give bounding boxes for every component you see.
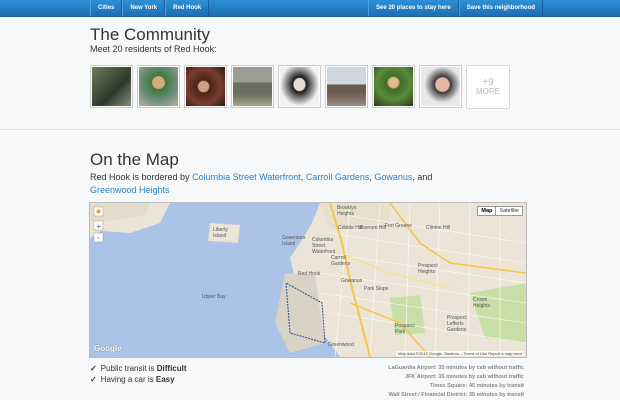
community-subtitle: Meet 20 residents of Red Hook: — [90, 44, 217, 54]
section-divider — [0, 129, 620, 130]
map-label: Upper Bay — [202, 294, 226, 300]
commute-item: Wall Street / Financial District: 35 min… — [388, 392, 525, 398]
map-label: Liberty Island — [213, 227, 229, 239]
map-data-text: Map data ©2012 Google, Sanborn – Terms o… — [398, 351, 488, 356]
resident-avatar[interactable] — [325, 65, 368, 108]
top-navigation-bar: Cities New York Red Hook See 20 places t… — [0, 0, 620, 17]
resident-avatar[interactable] — [90, 65, 133, 108]
save-neighborhood-button[interactable]: Save this neighborhood — [458, 0, 544, 16]
checkmark-icon: ✓ — [90, 375, 97, 384]
bordered-by-text: Red Hook is bordered by Columbia Street … — [90, 172, 433, 195]
checkmark-icon: ✓ — [90, 364, 97, 373]
commute-times: LaGuardia Airport: 35 minutes by cab wit… — [388, 364, 524, 400]
resident-avatar[interactable] — [372, 65, 415, 108]
map-label: Crown Heights — [473, 297, 490, 309]
map-label: Brooklyn Heights — [337, 205, 357, 217]
commute-item: Times Square: 45 minutes by transit — [429, 383, 524, 389]
map-label: Prospect Park — [395, 323, 415, 335]
map-label: Prospect Lefferts Gardens — [447, 315, 467, 333]
google-logo: Google — [94, 344, 122, 353]
map-label: Park Slope — [364, 286, 389, 292]
transit-value: Difficult — [156, 364, 187, 373]
resident-avatar[interactable] — [231, 65, 274, 108]
resident-avatar[interactable] — [184, 65, 227, 108]
link-columbia-street-waterfront[interactable]: Columbia Street Waterfront — [192, 172, 301, 182]
community-title: The Community — [90, 25, 210, 44]
transit-item: ✓ Having a car is Easy — [90, 374, 187, 385]
transit-prefix: Public transit is — [100, 364, 155, 373]
resident-avatars: +9 MORE — [90, 65, 510, 109]
link-gowanus[interactable]: Gowanus — [374, 172, 412, 182]
map-label: Gowanus — [341, 278, 363, 284]
neighborhood-map[interactable]: + - Map Satellite Brooklyn Heights Gover… — [89, 202, 527, 358]
transit-summary: ✓ Public transit is Difficult ✓ Having a c… — [90, 363, 187, 385]
map-label: Boerum Hill — [360, 225, 386, 231]
commute-item: LaGuardia Airport: 35 minutes by cab wit… — [388, 365, 524, 371]
more-label: MORE — [476, 87, 500, 96]
map-label: Governors Island — [282, 235, 306, 247]
map-label: Greenwood — [328, 342, 354, 348]
link-carroll-gardens[interactable]: Carroll Gardens — [306, 172, 370, 182]
commute-item: JFK Airport: 35 minutes by cab without t… — [405, 374, 524, 380]
transit-item: ✓ Public transit is Difficult — [90, 363, 187, 374]
nav-cities[interactable]: Cities — [90, 0, 123, 16]
map-section-title: On the Map — [90, 150, 179, 169]
map-label: Columbia Street Waterfront — [312, 237, 336, 255]
map-label: Fort Greene — [385, 223, 412, 229]
transit-value: Easy — [155, 375, 175, 384]
transit-prefix: Having a car is — [100, 375, 154, 384]
resident-avatar[interactable] — [419, 65, 462, 108]
breadcrumb: Cities New York Red Hook — [90, 0, 210, 16]
map-label: Prospect Heights — [418, 263, 438, 275]
more-count: +9 — [482, 77, 494, 88]
map-attribution: Map data ©2012 Google, Sanborn – Terms o… — [396, 351, 524, 356]
map-label: Red Hook — [298, 271, 321, 277]
resident-avatar[interactable] — [137, 65, 180, 108]
nav-new-york[interactable]: New York — [122, 0, 166, 16]
more-residents-button[interactable]: +9 MORE — [466, 65, 510, 109]
resident-avatar[interactable] — [278, 65, 321, 108]
map-label: Carroll Gardens — [331, 255, 351, 267]
report-map-error-link[interactable]: Report a map error — [488, 351, 522, 356]
bordered-prefix: Red Hook is bordered by — [90, 172, 190, 182]
link-greenwood-heights[interactable]: Greenwood Heights — [90, 185, 170, 195]
map-label: Clinton Hill — [426, 225, 450, 231]
map-label: Cobble Hill — [338, 225, 363, 231]
see-places-button[interactable]: See 20 places to stay here — [368, 0, 459, 16]
nav-red-hook[interactable]: Red Hook — [165, 0, 210, 16]
